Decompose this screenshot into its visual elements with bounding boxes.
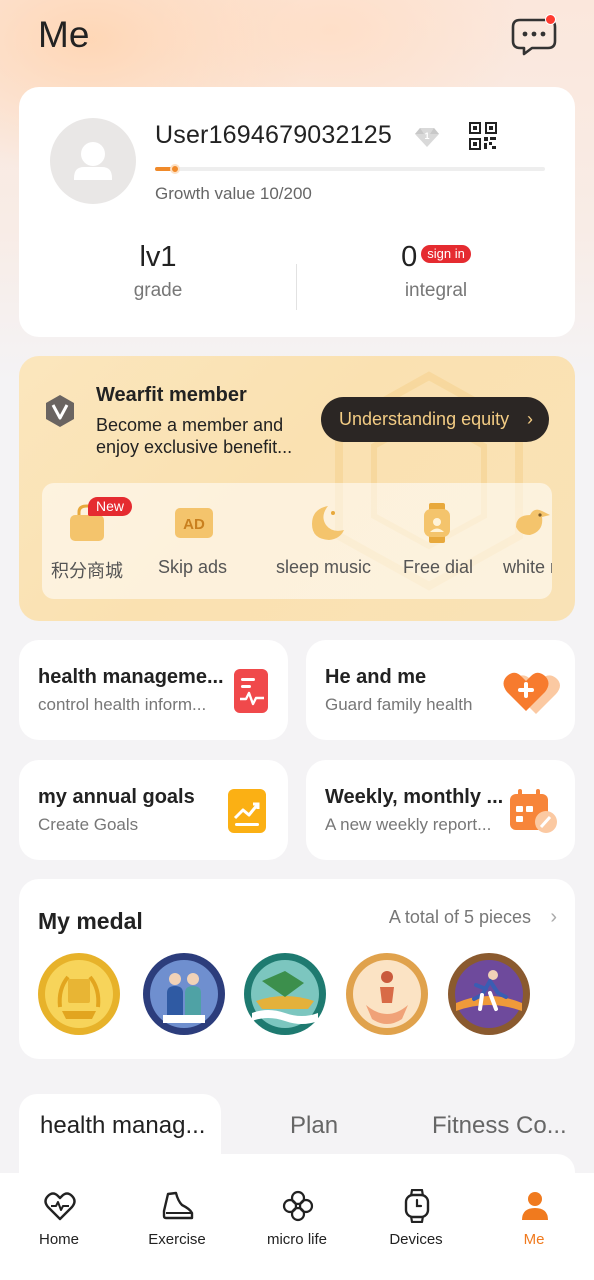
benefit-strip[interactable]: New 积分商城 AD Skip ads sleep music Free di… bbox=[42, 483, 552, 599]
benefit-white-noise[interactable]: white no bbox=[482, 483, 552, 599]
nav-label: Home bbox=[38, 1231, 79, 1248]
runner-medal-icon[interactable] bbox=[344, 951, 430, 1037]
medal-total[interactable]: A total of 5 pieces bbox=[389, 907, 531, 928]
benefit-label: white no bbox=[503, 557, 552, 577]
chevron-right-icon[interactable]: › bbox=[550, 906, 557, 929]
clover-icon bbox=[282, 1190, 314, 1222]
avatar[interactable] bbox=[50, 118, 136, 204]
growth-progress-knob bbox=[170, 164, 180, 174]
unread-dot bbox=[545, 14, 556, 25]
nav-label: Devices bbox=[389, 1231, 443, 1248]
shoe-icon bbox=[162, 1191, 194, 1220]
new-badge: New bbox=[88, 497, 133, 516]
heart-plus-icon bbox=[503, 672, 560, 714]
nav-exercise[interactable]: Exercise bbox=[118, 1173, 236, 1280]
health-management-card[interactable]: health manageme... control health inform… bbox=[19, 640, 288, 740]
nav-devices[interactable]: Devices bbox=[357, 1173, 475, 1280]
feature-subtitle: Guard family health bbox=[325, 695, 473, 714]
watch-dial-icon bbox=[424, 503, 450, 543]
qr-code-icon[interactable] bbox=[469, 122, 497, 150]
nav-home[interactable]: Home bbox=[0, 1173, 118, 1280]
feature-subtitle: control health inform... bbox=[38, 695, 207, 714]
benefit-label: sleep music bbox=[276, 557, 372, 577]
benefit-free-dial[interactable]: Free dial bbox=[382, 483, 473, 599]
understanding-equity-button[interactable]: Understanding equity › bbox=[321, 397, 549, 442]
svg-text:AD: AD bbox=[183, 516, 205, 533]
calendar-report-icon bbox=[510, 789, 557, 833]
ad-icon: AD bbox=[175, 508, 213, 538]
username: User1694679032125 bbox=[155, 121, 392, 149]
chevron-right-icon: › bbox=[527, 409, 533, 429]
tab-health-management[interactable]: health manag... bbox=[19, 1094, 221, 1156]
sign-in-badge[interactable]: sign in bbox=[421, 245, 471, 263]
bird-icon bbox=[516, 509, 550, 535]
moon-icon bbox=[312, 506, 344, 540]
he-and-me-card[interactable]: He and me Guard family health bbox=[306, 640, 575, 740]
nav-label: Exercise bbox=[148, 1231, 206, 1248]
nav-label: micro life bbox=[266, 1231, 327, 1248]
nav-me[interactable]: Me bbox=[475, 1173, 593, 1280]
tab-label: health manag... bbox=[40, 1112, 206, 1139]
annual-goals-card[interactable]: my annual goals Create Goals bbox=[19, 760, 288, 860]
feature-title: He and me bbox=[325, 666, 427, 688]
watch-icon bbox=[404, 1189, 430, 1223]
team-medal-icon[interactable] bbox=[141, 951, 227, 1037]
medal-card[interactable]: My medal A total of 5 pieces › bbox=[19, 879, 575, 1059]
grade-value: lv1 bbox=[139, 241, 177, 273]
integral-value: 0 bbox=[401, 241, 418, 273]
svg-text:1: 1 bbox=[424, 131, 429, 141]
section-tabs: health manag... Plan Fitness Co... bbox=[19, 1094, 575, 1184]
medal-title: My medal bbox=[38, 908, 143, 934]
integral-label: integral bbox=[404, 280, 468, 301]
trend-chart-icon bbox=[228, 789, 266, 833]
profile-card: User1694679032125 1 Growth value 10/200 … bbox=[19, 87, 575, 337]
member-title: Wearfit member bbox=[96, 384, 247, 406]
messages-button[interactable] bbox=[510, 14, 560, 56]
benefit-skip-ads[interactable]: AD Skip ads bbox=[152, 483, 242, 599]
feature-subtitle: Create Goals bbox=[38, 815, 139, 834]
benefit-sleep-music[interactable]: sleep music bbox=[262, 483, 372, 599]
feature-title: my annual goals bbox=[38, 786, 195, 808]
feature-title: health manageme... bbox=[38, 666, 224, 688]
level-diamond-icon: 1 bbox=[413, 123, 441, 151]
tab-plan[interactable]: Plan bbox=[290, 1112, 338, 1140]
nav-label: Me bbox=[523, 1231, 545, 1248]
growth-value-text: Growth value 10/200 bbox=[155, 184, 312, 203]
benefit-label: 积分商城 bbox=[51, 561, 123, 581]
page-title: Me bbox=[38, 14, 90, 55]
grade-label: grade bbox=[133, 280, 183, 301]
health-report-icon bbox=[234, 669, 268, 713]
gold-laurel-medal-icon[interactable] bbox=[36, 951, 122, 1037]
person-icon bbox=[522, 1192, 548, 1220]
default-avatar-icon bbox=[74, 142, 112, 180]
stat-divider bbox=[296, 264, 297, 310]
member-description: Become a member and enjoy exclusive bene… bbox=[96, 415, 293, 457]
feature-title: Weekly, monthly ... bbox=[325, 786, 504, 808]
member-card: Wearfit member Become a member and enjoy… bbox=[19, 356, 575, 621]
tab-fitness-course[interactable]: Fitness Co... bbox=[432, 1112, 567, 1140]
benefit-label: Free dial bbox=[403, 557, 474, 577]
weekly-monthly-report-card[interactable]: Weekly, monthly ... A new weekly report.… bbox=[306, 760, 575, 860]
heart-pulse-icon bbox=[44, 1192, 76, 1221]
bottom-nav: Home Exercise micro life Devices Me bbox=[0, 1173, 594, 1280]
benefit-label: Skip ads bbox=[158, 557, 228, 577]
dragon-boat-medal-icon[interactable] bbox=[242, 951, 328, 1037]
equity-button-label: Understanding equity bbox=[339, 409, 510, 429]
nav-micro-life[interactable]: micro life bbox=[238, 1173, 356, 1280]
benefit-points-mall[interactable]: New 积分商城 bbox=[42, 483, 133, 599]
vip-v-icon bbox=[42, 393, 78, 429]
feature-subtitle: A new weekly report... bbox=[325, 815, 492, 834]
growth-progress-bar bbox=[155, 164, 545, 174]
sprinter-medal-icon[interactable] bbox=[446, 951, 532, 1037]
grade-stat[interactable]: lv1 grade bbox=[58, 241, 258, 302]
integral-stat[interactable]: 0 sign in integral bbox=[336, 241, 536, 302]
